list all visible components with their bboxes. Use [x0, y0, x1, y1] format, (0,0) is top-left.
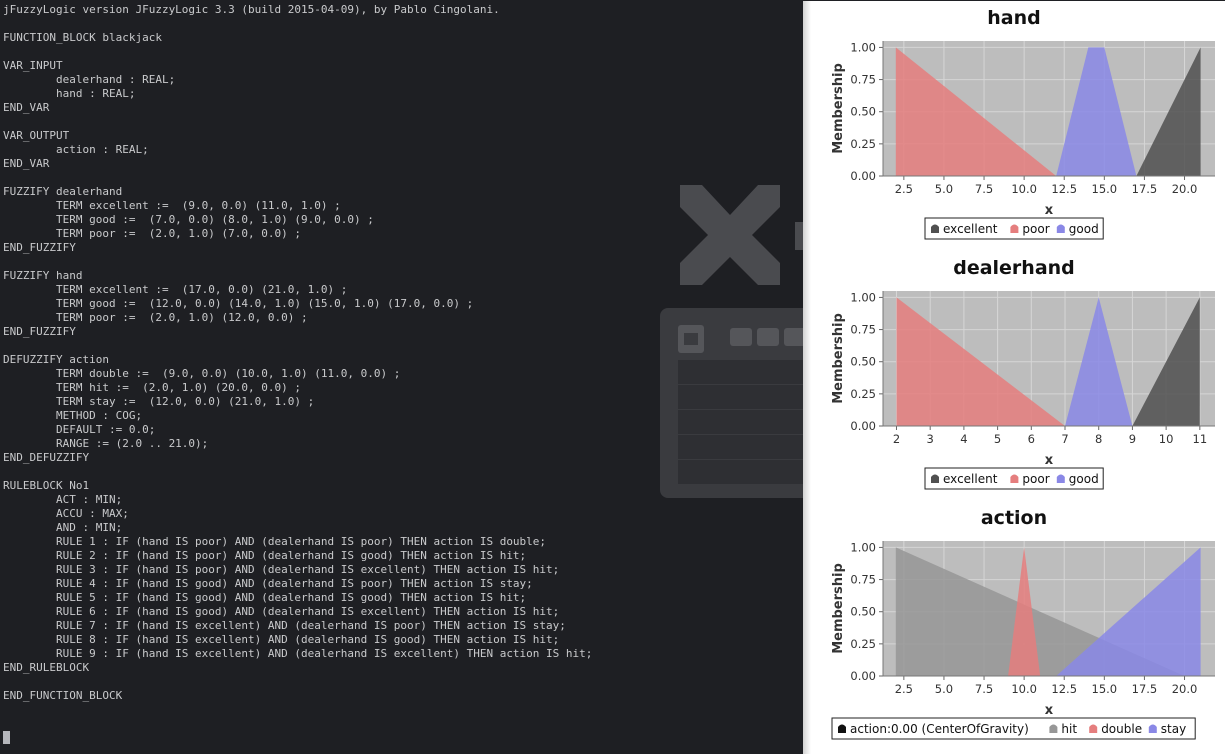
terminal-cursor	[3, 731, 10, 744]
y-tick-label: 1.00	[850, 290, 876, 304]
legend-swatch	[1056, 474, 1065, 483]
x-tick-label: 10	[1159, 432, 1174, 446]
legend-label: excellent	[943, 472, 998, 486]
y-tick-label: 0.50	[850, 105, 876, 119]
x-tick-label: 17.5	[1132, 182, 1158, 196]
legend-label: good	[1069, 472, 1099, 486]
legend-label: hit	[1061, 722, 1077, 736]
legend-swatch	[1148, 724, 1157, 733]
legend-swatch	[1089, 724, 1098, 733]
y-tick-label: 0.25	[850, 137, 876, 151]
y-tick-label: 0.00	[850, 419, 876, 433]
hand-chart: hand 2.5 5.0 7.5 10.0 12.5 15.0 17.5 20.0 0.00 0.2…	[831, 7, 1215, 240]
legend-label: poor	[1022, 222, 1049, 236]
y-tick-label: 0.25	[850, 637, 876, 651]
x-tick-label: 5.0	[935, 682, 953, 696]
x-tick-label: 2.5	[895, 682, 913, 696]
x-axis-label: x	[1045, 203, 1054, 218]
y-tick-label: 0.50	[850, 355, 876, 369]
y-tick-label: 0.25	[850, 387, 876, 401]
y-axis-label: Membership	[831, 563, 846, 654]
x-tick-label: 4	[960, 432, 967, 446]
x-tick-label: 15.0	[1092, 682, 1118, 696]
x-tick-label: 7.5	[975, 182, 993, 196]
hand-chart-window[interactable]: hand 2.5 5.0 7.5 10.0 12.5 15.0 17.5 20.0 0.00 0.2…	[803, 1, 1225, 251]
dealerhand-chart-window[interactable]: dealerhand 2 3 4 5 6 7 8 9 10 11 0.00 0.25 0.50 0.75 1.…	[803, 251, 1225, 501]
x-tick-label: 12.5	[1051, 682, 1077, 696]
x-tick-label: 7	[1061, 432, 1068, 446]
x-tick-label: 10.0	[1011, 182, 1037, 196]
legend-label: poor	[1022, 472, 1049, 486]
legend-label: good	[1069, 222, 1099, 236]
y-tick-label: 0.75	[850, 73, 876, 87]
y-axis-label: Membership	[831, 63, 846, 154]
y-tick-label: 0.00	[850, 669, 876, 683]
x-tick-label: 5	[994, 432, 1001, 446]
legend-swatch	[1049, 724, 1058, 733]
x-keyboard-logo-icon	[660, 185, 803, 498]
y-tick-label: 1.00	[850, 40, 876, 54]
legend-label: action:0.00 (CenterOfGravity)	[850, 722, 1029, 736]
action-chart: action 2.5 5.0 7.5 10.0 12.5 15.0 17.5 20.0 0.00 0…	[831, 507, 1215, 740]
legend-swatch	[838, 724, 846, 733]
x-tick-label: 3	[927, 432, 934, 446]
x-tick-label: 10.0	[1011, 682, 1037, 696]
x-tick-label: 20.0	[1172, 182, 1198, 196]
legend: excellent poor good	[924, 467, 1104, 490]
legend-swatch	[931, 224, 939, 233]
y-tick-label: 0.75	[850, 323, 876, 337]
action-chart-window[interactable]: action 2.5 5.0 7.5 10.0 12.5 15.0 17.5 20.0 0.00 0…	[803, 501, 1225, 754]
legend-swatch	[1056, 224, 1065, 233]
dealerhand-chart: dealerhand 2 3 4 5 6 7 8 9 10 11 0.00 0.25 0.50 0.75 1.…	[831, 257, 1215, 490]
legend-label: stay	[1161, 722, 1186, 736]
chart-title: hand	[987, 7, 1040, 29]
chart-title: dealerhand	[953, 257, 1075, 279]
y-tick-label: 1.00	[850, 540, 876, 554]
x-tick-label: 7.5	[975, 682, 993, 696]
legend: action:0.00 (CenterOfGravity) hit double st…	[831, 717, 1196, 740]
chart-title: action	[981, 507, 1047, 529]
y-tick-label: 0.50	[850, 605, 876, 619]
x-axis-label: x	[1045, 703, 1054, 718]
x-tick-label: 6	[1028, 432, 1035, 446]
x-tick-label: 2.5	[895, 182, 913, 196]
legend-swatch	[1010, 224, 1019, 233]
legend-swatch	[1010, 474, 1019, 483]
y-tick-label: 0.00	[850, 169, 876, 183]
y-tick-label: 0.75	[850, 573, 876, 587]
legend-swatch	[931, 474, 939, 483]
x-tick-label: 15.0	[1092, 182, 1118, 196]
x-tick-label: 20.0	[1172, 682, 1198, 696]
x-tick-label: 12.5	[1051, 182, 1077, 196]
y-axis-label: Membership	[831, 313, 846, 404]
legend-label: excellent	[943, 222, 998, 236]
x-tick-label: 11	[1193, 432, 1208, 446]
x-tick-label: 17.5	[1132, 682, 1158, 696]
terminal-window[interactable]: jFuzzyLogic version JFuzzyLogic 3.3 (bui…	[0, 0, 803, 754]
x-tick-label: 5.0	[935, 182, 953, 196]
x-axis-label: x	[1045, 453, 1054, 468]
x-tick-label: 2	[893, 432, 900, 446]
x-tick-label: 8	[1095, 432, 1102, 446]
x-tick-label: 9	[1129, 432, 1136, 446]
legend: excellent poor good	[924, 217, 1104, 240]
terminal-output: jFuzzyLogic version JFuzzyLogic 3.3 (bui…	[3, 3, 593, 702]
legend-label: double	[1101, 722, 1142, 736]
